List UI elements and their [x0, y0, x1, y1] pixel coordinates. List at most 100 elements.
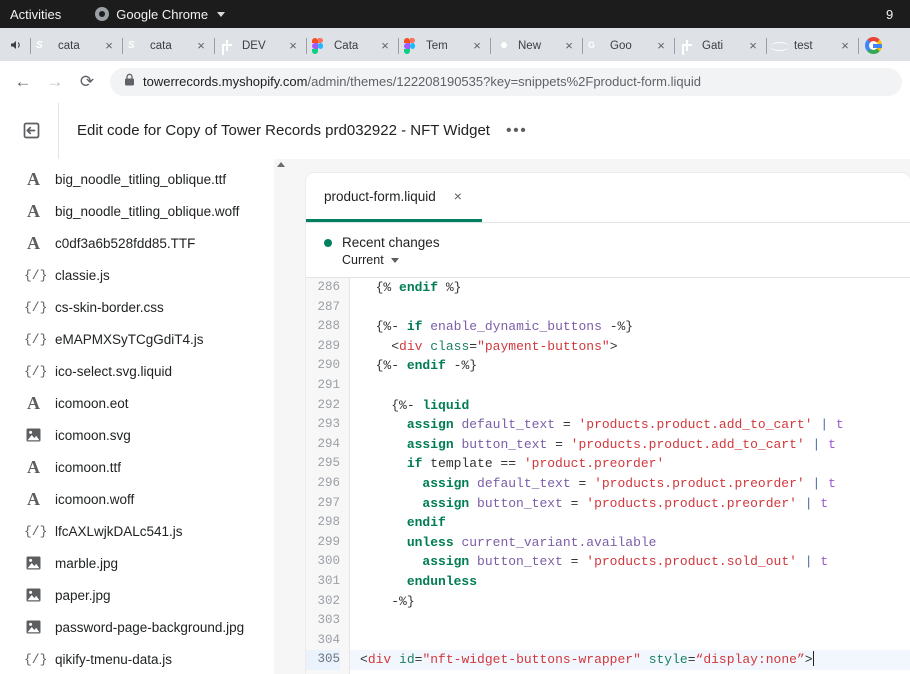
file-name: icomoon.svg [55, 428, 131, 443]
shopify-icon [36, 38, 52, 54]
text-cursor [813, 651, 814, 666]
file-rows: Abig_noodle_titling_oblique.ttfAbig_nood… [0, 163, 288, 674]
code-line[interactable]: if template == 'product.preorder' [360, 454, 910, 474]
close-icon[interactable]: × [194, 39, 208, 53]
code-line[interactable]: <div class="payment-buttons"> [360, 337, 910, 357]
browser-tab[interactable]: Gati × [674, 30, 766, 61]
browser-tab[interactable]: test × [766, 30, 858, 61]
code-line[interactable]: {% endif %} [360, 278, 910, 298]
code-editor[interactable]: 2862872882892902912922932942952962972982… [306, 277, 910, 674]
code-token: enable_dynamic_buttons [430, 319, 602, 334]
file-list-item[interactable]: {/}qikify-tmenu-data.js [0, 643, 288, 674]
forward-button[interactable]: → [40, 67, 70, 97]
file-list-item[interactable]: paper.jpg [0, 579, 288, 611]
browser-tab[interactable]: New × [490, 30, 582, 61]
code-line[interactable]: assign button_text = 'products.product.s… [360, 552, 910, 572]
code-line[interactable]: {%- endif -%} [360, 356, 910, 376]
file-list-item[interactable]: {/}lfcAXLwjkDALc541.js [0, 515, 288, 547]
file-name: eMAPMXSyTCgGdiT4.js [55, 332, 204, 347]
close-icon[interactable]: × [746, 39, 760, 53]
file-list-item[interactable]: Abig_noodle_titling_oblique.woff [0, 195, 288, 227]
activities-button[interactable]: Activities [10, 7, 61, 22]
code-token: t [828, 476, 836, 491]
code-token: = [563, 496, 586, 511]
line-number: 296 [306, 474, 340, 494]
file-list-item[interactable]: {/}ico-select.svg.liquid [0, 355, 288, 387]
file-list-item[interactable]: Abig_noodle_titling_oblique.ttf [0, 163, 288, 195]
code-line[interactable]: assign button_text = 'products.product.p… [360, 494, 910, 514]
browser-tab-partial[interactable] [858, 30, 888, 61]
file-list-item[interactable]: Aicomoon.woff [0, 483, 288, 515]
code-line[interactable]: unless current_variant.available [360, 533, 910, 553]
code-token: assign [407, 437, 454, 452]
line-number: 300 [306, 552, 340, 572]
close-icon[interactable]: × [102, 39, 116, 53]
active-app-menu[interactable]: Google Chrome [95, 7, 225, 22]
code-content[interactable]: {% endif %} {%- if enable_dynamic_button… [350, 278, 910, 674]
file-list-item[interactable]: marble.jpg [0, 547, 288, 579]
close-icon[interactable]: × [470, 39, 484, 53]
file-list-item[interactable]: Ac0df3a6b528fdd85.TTF [0, 227, 288, 259]
file-list-item[interactable]: Aicomoon.eot [0, 387, 288, 419]
version-select[interactable]: Current [342, 253, 910, 267]
sheets-icon [680, 38, 696, 54]
exit-editor-button[interactable] [12, 112, 50, 150]
code-line[interactable]: endif [360, 513, 910, 533]
code-line[interactable] [360, 376, 910, 396]
code-line[interactable]: assign button_text = 'products.product.a… [360, 435, 910, 455]
code-token: {%- [376, 358, 407, 373]
code-token: button_text [477, 496, 563, 511]
code-token [641, 652, 649, 667]
reload-button[interactable]: ⟳ [72, 67, 102, 97]
close-icon[interactable]: × [562, 39, 576, 53]
close-icon[interactable]: × [454, 188, 462, 204]
browser-tab[interactable]: Cata × [306, 30, 398, 61]
close-icon[interactable]: × [838, 39, 852, 53]
file-list-item[interactable]: {/} classie.js [0, 259, 288, 291]
file-name: classie.js [55, 268, 110, 283]
editor-tab-product-form[interactable]: product-form.liquid × [306, 173, 482, 222]
code-line[interactable]: assign default_text = 'products.product.… [360, 415, 910, 435]
file-list-item[interactable]: {/}cs-skin-border.css [0, 291, 288, 323]
font-file-icon: A [24, 489, 43, 510]
browser-tab-strip: cata × cata × DEV × Cata × Tem × New × G… [0, 28, 910, 61]
sidebar-scrollbar[interactable] [274, 159, 288, 674]
code-token: 'products.product.preorder' [594, 476, 805, 491]
close-icon[interactable]: × [378, 39, 392, 53]
code-file-icon: {/} [24, 268, 43, 283]
file-list-item[interactable]: {/}eMAPMXSyTCgGdiT4.js [0, 323, 288, 355]
line-number: 299 [306, 533, 340, 553]
file-list-item[interactable]: icomoon.svg [0, 419, 288, 451]
back-button[interactable]: ← [8, 67, 38, 97]
editor-pane: product-form.liquid × Recent changes Cur… [288, 159, 910, 674]
code-line[interactable] [360, 611, 910, 631]
code-token: 'products.product.preorder' [586, 496, 797, 511]
file-list-item[interactable]: Aicomoon.ttf [0, 451, 288, 483]
code-token: | [805, 437, 828, 452]
scroll-up-arrow-icon[interactable] [277, 162, 285, 167]
code-token: assign [422, 496, 469, 511]
code-line[interactable]: endunless [360, 572, 910, 592]
browser-tab[interactable]: Tem × [398, 30, 490, 61]
address-bar[interactable]: towerrecords.myshopify.com/admin/themes/… [110, 68, 902, 96]
system-clock[interactable]: 9 [886, 0, 904, 28]
file-list-item[interactable]: password-page-background.jpg [0, 611, 288, 643]
browser-tab[interactable]: DEV × [214, 30, 306, 61]
code-token: t [836, 417, 844, 432]
code-token [360, 319, 376, 334]
more-actions-button[interactable]: ••• [506, 122, 527, 140]
code-line[interactable]: assign default_text = 'products.product.… [360, 474, 910, 494]
browser-tab[interactable]: Goo × [582, 30, 674, 61]
code-line[interactable]: <div id="nft-widget-buttons-wrapper" sty… [350, 650, 910, 670]
close-icon[interactable]: × [654, 39, 668, 53]
tab-audio-icon[interactable] [4, 28, 30, 61]
browser-tab[interactable]: cata × [122, 30, 214, 61]
browser-tab[interactable]: cata × [30, 30, 122, 61]
code-line[interactable] [360, 631, 910, 651]
line-number: 304 [306, 631, 340, 651]
code-line[interactable] [360, 298, 910, 318]
code-line[interactable]: -%} [360, 592, 910, 612]
code-line[interactable]: {%- if enable_dynamic_buttons -%} [360, 317, 910, 337]
close-icon[interactable]: × [286, 39, 300, 53]
code-line[interactable]: {%- liquid [360, 396, 910, 416]
